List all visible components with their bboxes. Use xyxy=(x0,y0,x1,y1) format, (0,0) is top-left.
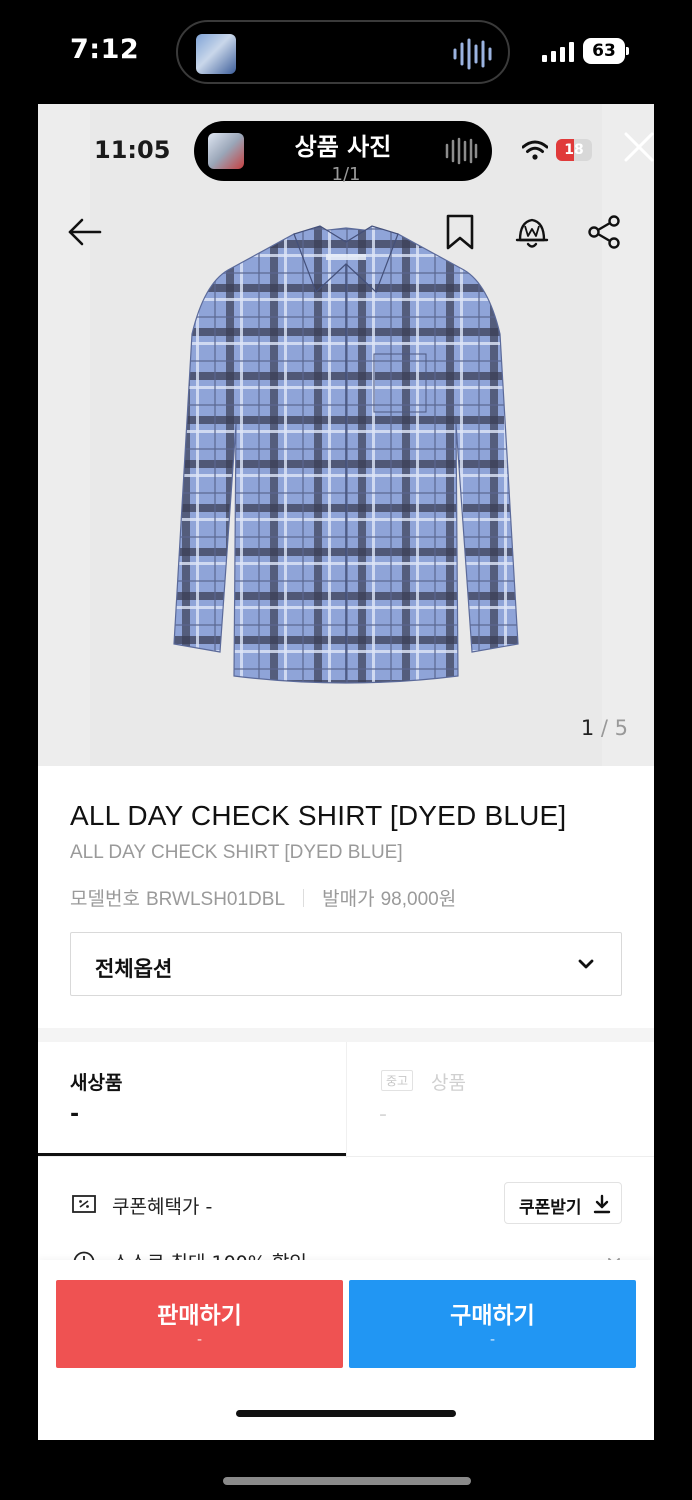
waveform-icon xyxy=(445,137,478,165)
used-badge: 중고 xyxy=(381,1070,414,1091)
product-image-gallery[interactable]: 11:05 상품 사진 1/1 18 1 / 5 xyxy=(38,104,654,766)
chevron-down-icon xyxy=(578,959,594,969)
share-icon[interactable] xyxy=(584,212,624,252)
image-counter-total: 5 xyxy=(614,716,628,740)
tab-new-product[interactable]: 새상품 - xyxy=(38,1042,346,1158)
release-price-label: 발매가 xyxy=(322,888,375,910)
product-image-shirt xyxy=(173,225,519,684)
section-gap xyxy=(38,1028,654,1042)
bottom-action-bar: 판매하기 - 구매하기 - xyxy=(38,1260,654,1440)
product-subtitle: ALL DAY CHECK SHIRT [DYED BLUE] xyxy=(70,842,403,863)
signal-icon xyxy=(542,42,574,62)
model-number-value: BRWLSH01DBL xyxy=(145,889,286,910)
image-counter-current: 1 xyxy=(580,716,595,740)
buy-button-label: 구매하기 xyxy=(450,1303,535,1329)
buy-button-price: - xyxy=(489,1332,496,1348)
inner-status-time: 11:05 xyxy=(94,136,171,164)
inner-status-bar: 11:05 상품 사진 1/1 18 xyxy=(38,104,654,194)
coupon-button-label: 쿠폰받기 xyxy=(519,1198,582,1218)
app-screen: 11:05 상품 사진 1/1 18 1 / 5 ALL DAY CHECK S… xyxy=(38,104,654,1440)
image-counter: 1 / 5 xyxy=(581,716,628,740)
viewer-page-indicator: 1/1 xyxy=(331,164,361,185)
battery-icon: 18 xyxy=(556,139,596,161)
outer-status-time: 7:12 xyxy=(70,34,140,65)
now-playing-thumbnail xyxy=(196,34,236,74)
product-meta: 모델번호 BRWLSH01DBL 발매가 98,000원 xyxy=(70,884,456,911)
image-counter-separator: / xyxy=(594,716,615,740)
inner-home-indicator[interactable] xyxy=(236,1410,456,1417)
outer-home-indicator[interactable] xyxy=(223,1477,471,1485)
sell-button-price: - xyxy=(196,1332,203,1348)
coupon-icon xyxy=(72,1195,96,1213)
wifi-icon xyxy=(522,140,548,160)
product-title: ALL DAY CHECK SHIRT [DYED BLUE] xyxy=(70,800,567,831)
tab-new-label: 새상품 xyxy=(70,1072,123,1094)
tab-new-price: - xyxy=(70,1102,80,1127)
download-icon xyxy=(593,1194,611,1214)
tab-used-product[interactable]: 중고 상품 - xyxy=(346,1042,654,1158)
sell-button-label: 판매하기 xyxy=(157,1303,242,1329)
tab-used-label: 상품 xyxy=(431,1072,466,1094)
tab-used-price: - xyxy=(379,1102,387,1127)
coupon-row: 쿠폰혜택가 - 쿠폰받기 xyxy=(38,1180,654,1230)
buy-button[interactable]: 구매하기 - xyxy=(349,1280,636,1368)
waveform-icon xyxy=(453,38,492,70)
condition-tabs: 새상품 - 중고 상품 - xyxy=(38,1042,654,1158)
model-number-label: 모델번호 xyxy=(70,888,140,910)
tabs-divider xyxy=(38,1156,654,1157)
back-arrow-icon[interactable] xyxy=(64,212,104,252)
meta-divider xyxy=(303,889,305,907)
option-selector-label: 전체옵션 xyxy=(95,957,173,981)
release-price-value: 98,000원 xyxy=(380,889,457,910)
coupon-price-text: 쿠폰혜택가 - xyxy=(112,1196,213,1218)
dynamic-island[interactable] xyxy=(176,20,510,84)
close-icon[interactable] xyxy=(622,130,654,164)
inner-battery-level: 18 xyxy=(564,142,584,158)
sell-button[interactable]: 판매하기 - xyxy=(56,1280,343,1368)
coupon-download-button[interactable]: 쿠폰받기 xyxy=(504,1182,622,1224)
outer-status-bar: 7:12 63 xyxy=(0,0,692,100)
option-selector[interactable]: 전체옵션 xyxy=(70,932,622,996)
battery-icon: 63 xyxy=(583,38,629,64)
battery-level: 63 xyxy=(583,38,625,64)
